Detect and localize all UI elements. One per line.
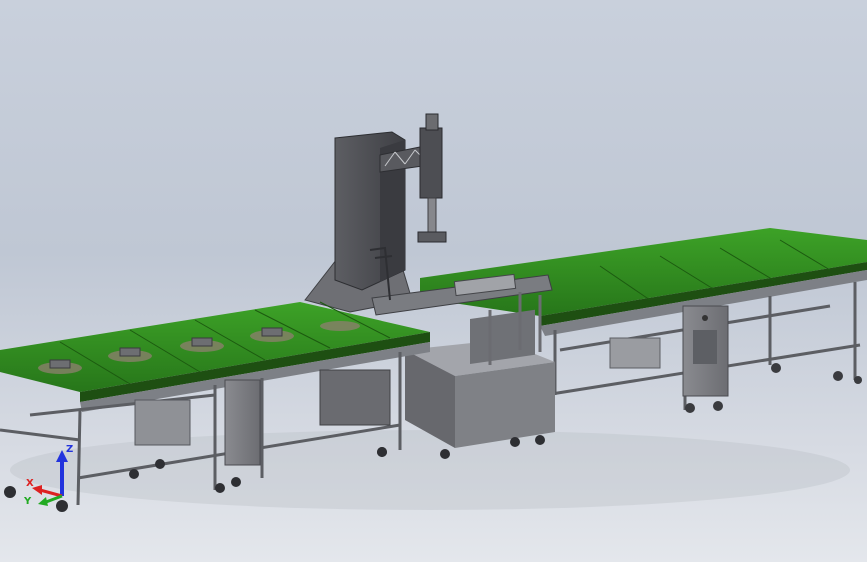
right-motor-housing [609,337,661,369]
z-axis-label: Z [66,444,73,455]
cabinet-panel [693,330,717,364]
center-cabinet-panel [470,309,535,364]
workpiece [320,321,360,331]
coordinate-triad: Z X Y [23,444,73,507]
vertical-z-axis [419,127,443,199]
z-axis-top-cap [425,113,439,131]
y-axis-arrow [38,494,63,506]
gripper-rod [427,197,437,235]
graphics-viewport[interactable]: Z X Y [0,0,867,562]
gripper-head [417,231,447,243]
x-axis-arrow [32,485,63,498]
z-axis-arrow [56,450,68,496]
left-electrical-box [224,379,261,466]
left-center-box [319,369,391,426]
x-axis-label: X [26,478,34,489]
left-motor-housing [134,399,191,446]
y-axis-label: Y [23,496,32,507]
3d-model-view[interactable] [0,0,867,562]
cabinet-button [702,315,708,321]
